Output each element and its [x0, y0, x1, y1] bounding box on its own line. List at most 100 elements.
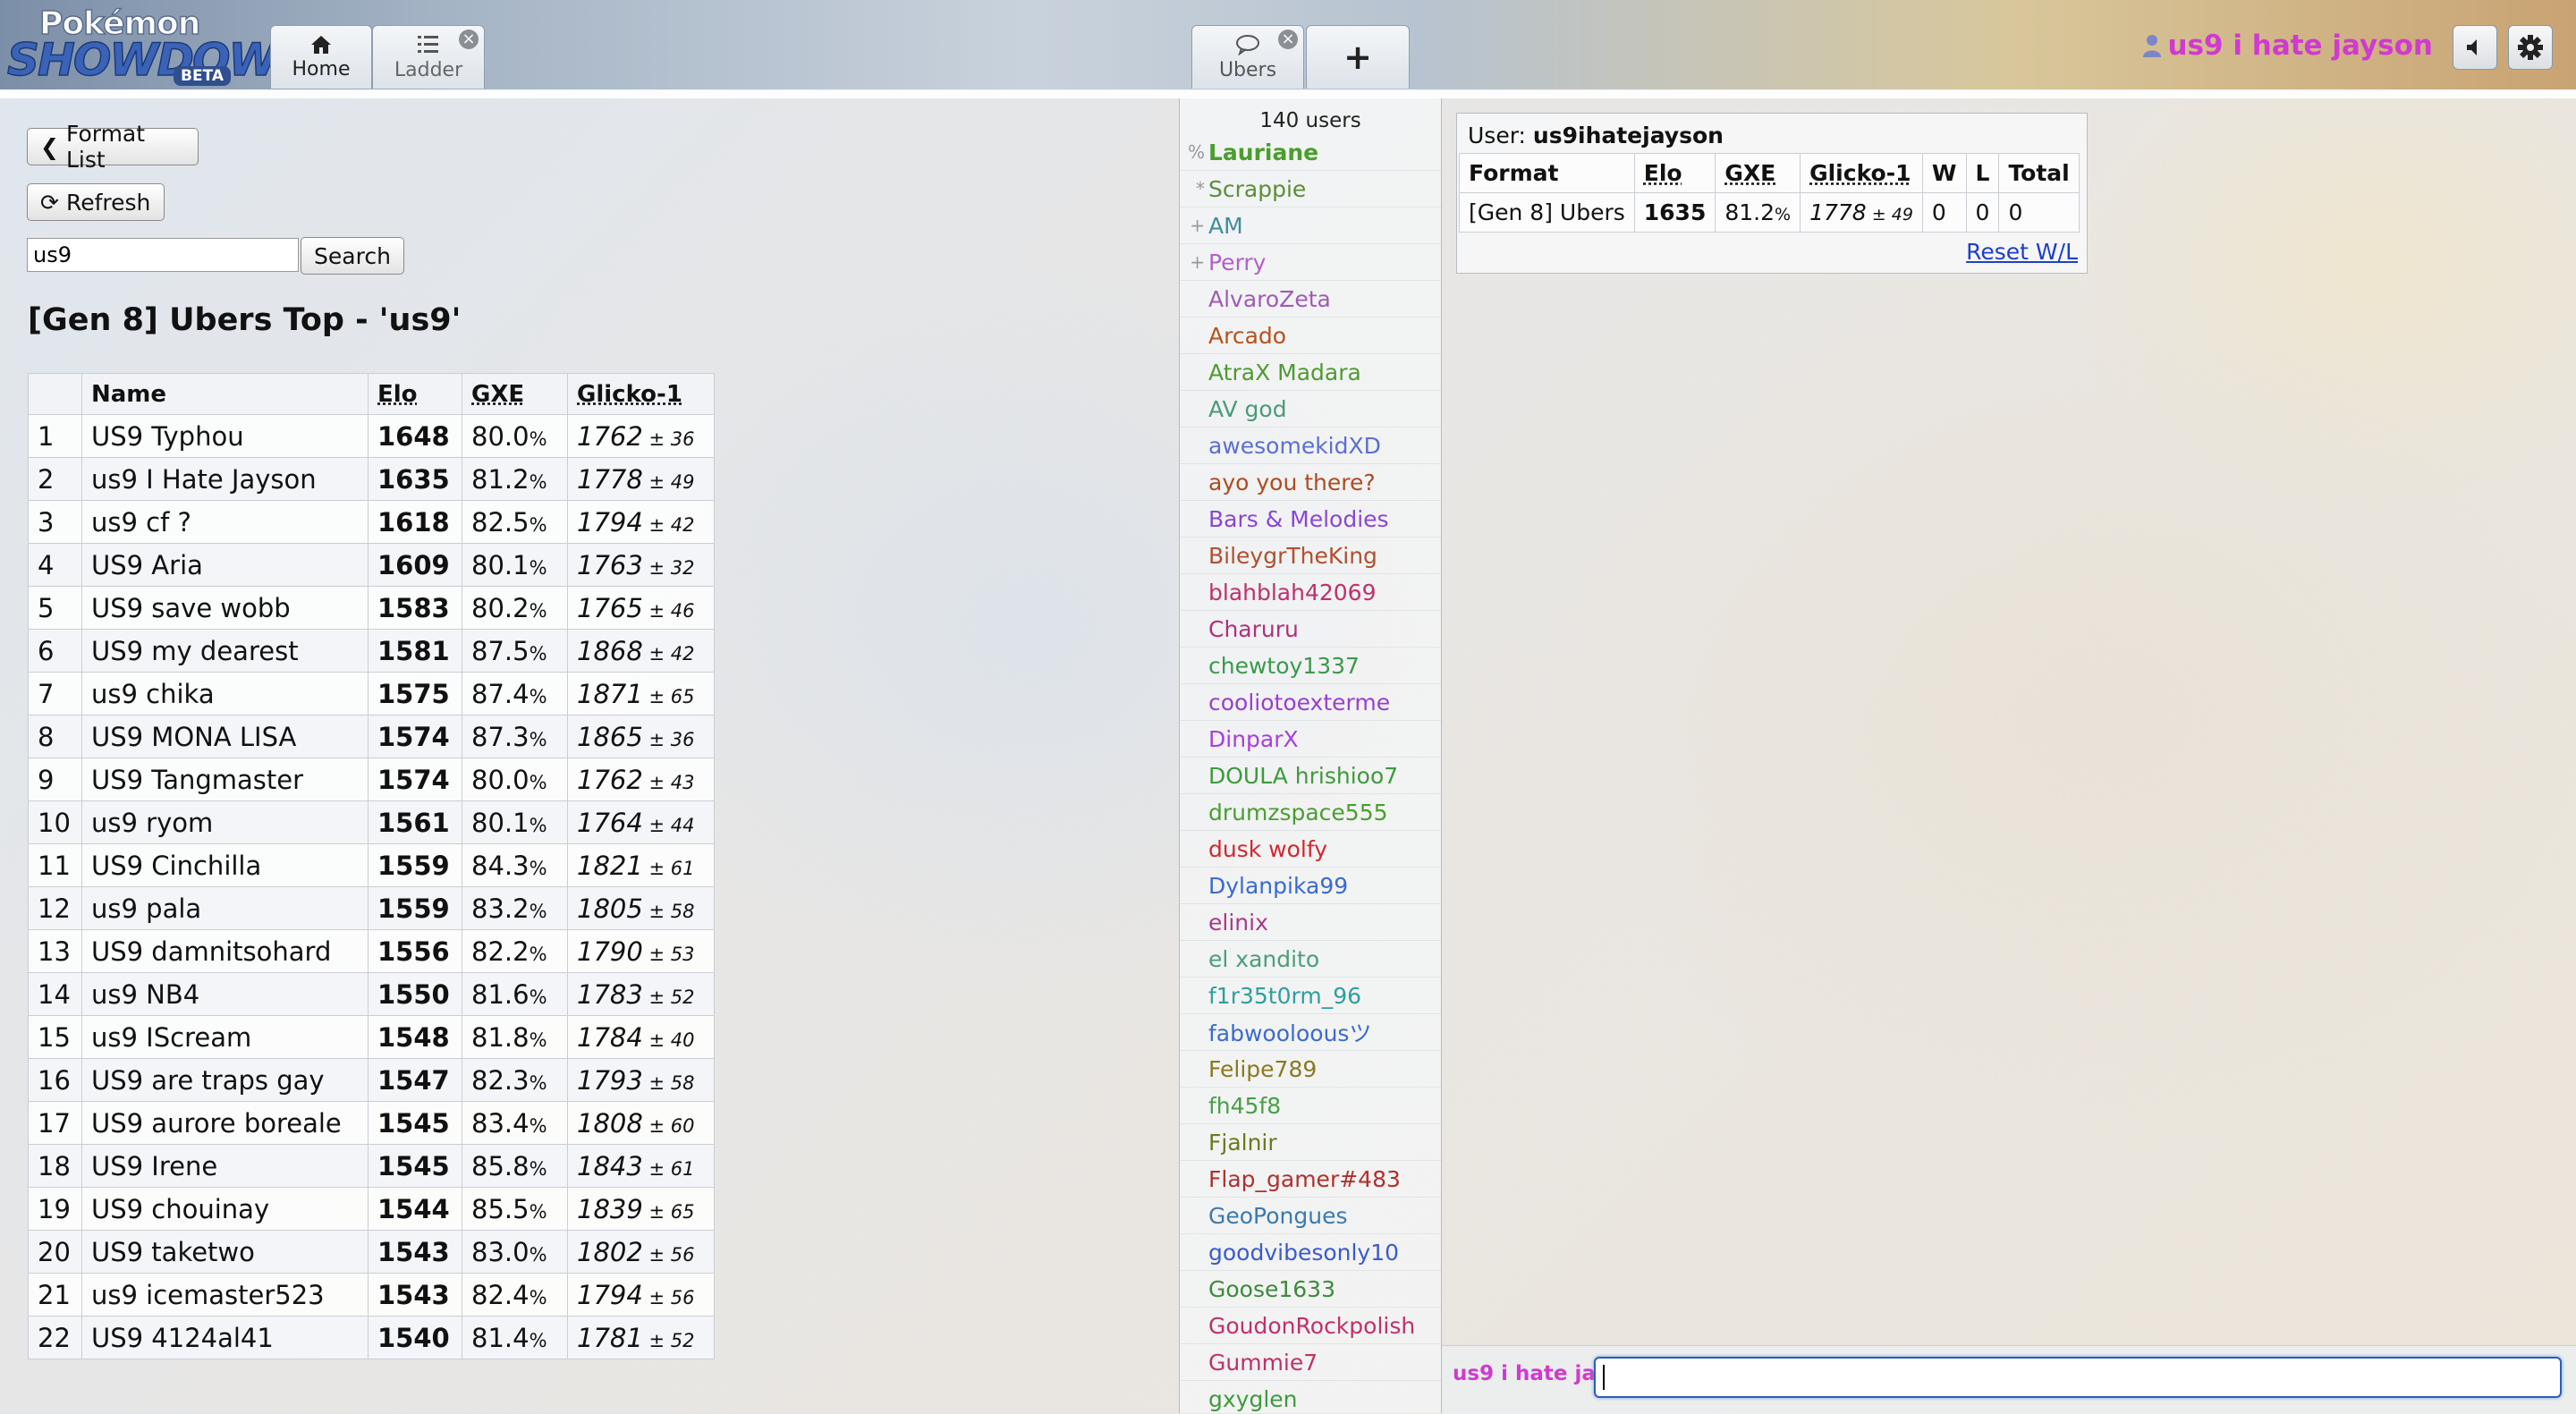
user-list-name[interactable]: f1r35t0rm_96 [1207, 983, 1361, 1009]
user-list-item[interactable]: cooliotoexterme [1180, 684, 1441, 721]
user-count[interactable]: 140 users [1180, 98, 1441, 134]
user-list-name[interactable]: Bars & Melodies [1207, 506, 1389, 532]
player-name-cell[interactable]: US9 taketwo [81, 1230, 369, 1274]
user-list-name[interactable]: Goose1633 [1207, 1276, 1335, 1302]
user-list-name[interactable]: Charuru [1207, 616, 1299, 642]
player-name-cell[interactable]: US9 Irene [81, 1144, 369, 1188]
user-list-name[interactable]: AM [1207, 213, 1243, 239]
user-menu[interactable]: us9 i hate jayson [2142, 27, 2433, 64]
user-list-item[interactable]: DOULA hrishioo7 [1180, 758, 1441, 794]
format-list-button[interactable]: ❮ Format List [27, 121, 199, 173]
close-icon[interactable]: × [1278, 30, 1298, 49]
user-list-name[interactable]: gxyglen [1207, 1386, 1298, 1412]
column-elo[interactable]: Elo [368, 373, 462, 415]
user-list-item[interactable]: gxyglen [1180, 1381, 1441, 1413]
user-list-item[interactable]: % Lauriane [1180, 134, 1441, 171]
user-list-name[interactable]: fh45f8 [1207, 1093, 1281, 1119]
tab-ubers[interactable]: Ubers × [1191, 25, 1304, 89]
player-name-cell[interactable]: US9 my dearest [81, 629, 369, 673]
user-list-name[interactable]: Perry [1207, 250, 1266, 275]
player-name-cell[interactable]: US9 are traps gay [81, 1058, 369, 1102]
user-list-item[interactable]: + AM [1180, 207, 1441, 244]
settings-button[interactable] [2508, 25, 2553, 70]
user-list-item[interactable]: Dylanpika99 [1180, 868, 1441, 904]
user-list-item[interactable]: Charuru [1180, 611, 1441, 648]
player-name-cell[interactable]: US9 MONA LISA [81, 715, 369, 758]
player-name-cell[interactable]: US9 4124al41 [81, 1316, 369, 1359]
player-name-cell[interactable]: us9 icemaster523 [81, 1273, 369, 1317]
user-list-name[interactable]: DOULA hrishioo7 [1207, 763, 1398, 789]
user-list-name[interactable]: el xandito [1207, 946, 1319, 972]
user-list-name[interactable]: cooliotoexterme [1207, 690, 1390, 715]
player-name-cell[interactable]: us9 pala [81, 886, 369, 930]
refresh-button[interactable]: ⟳ Refresh [27, 183, 165, 221]
tab-ladder[interactable]: Ladder × [372, 25, 485, 89]
column-gxe[interactable]: GXE [462, 373, 568, 415]
sound-button[interactable] [2453, 25, 2497, 70]
user-list-name[interactable]: DinparX [1207, 726, 1299, 752]
player-name-cell[interactable]: us9 cf ? [81, 500, 369, 544]
close-icon[interactable]: × [459, 30, 479, 49]
player-name-cell[interactable]: US9 damnitsohard [81, 929, 369, 973]
player-name-cell[interactable]: US9 Cinchilla [81, 843, 369, 887]
user-list-item[interactable]: AlvaroZeta [1180, 281, 1441, 318]
user-list-name[interactable]: dusk wolfy [1207, 836, 1327, 862]
search-input[interactable] [27, 238, 299, 272]
user-list-item[interactable]: chewtoy1337 [1180, 648, 1441, 684]
user-list-item[interactable]: elinix [1180, 904, 1441, 941]
user-list-item[interactable]: f1r35t0rm_96 [1180, 978, 1441, 1014]
tab-home[interactable]: Home [270, 25, 372, 89]
user-list-name[interactable]: awesomekidXD [1207, 433, 1381, 459]
chat-input[interactable] [1594, 1357, 2562, 1398]
player-name-cell[interactable]: us9 chika [81, 672, 369, 715]
player-name-cell[interactable]: US9 Aria [81, 543, 369, 587]
user-list-name[interactable]: AtraX Madara [1207, 360, 1361, 385]
user-list-name[interactable]: AV god [1207, 396, 1287, 422]
column-glicko[interactable]: Glicko-1 [1800, 153, 1923, 193]
user-list-name[interactable]: drumzspace555 [1207, 800, 1388, 826]
user-list-item[interactable]: BileygrTheKing [1180, 538, 1441, 574]
user-list-item[interactable]: fh45f8 [1180, 1088, 1441, 1124]
user-list-item[interactable]: awesomekidXD [1180, 428, 1441, 464]
username[interactable]: us9 i hate jayson [2167, 30, 2433, 62]
user-list-item[interactable]: AtraX Madara [1180, 354, 1441, 391]
column-glicko[interactable]: Glicko-1 [567, 373, 715, 415]
user-list-item[interactable]: blahblah42069 [1180, 574, 1441, 611]
player-name-cell[interactable]: us9 I Hate Jayson [81, 457, 369, 501]
column-gxe[interactable]: GXE [1715, 153, 1801, 193]
user-list-item[interactable]: el xandito [1180, 941, 1441, 978]
player-name-cell[interactable]: US9 aurore boreale [81, 1101, 369, 1145]
user-list-name[interactable]: chewtoy1337 [1207, 653, 1360, 679]
player-name-cell[interactable]: us9 IScream [81, 1015, 369, 1059]
user-list-item[interactable]: Goose1633 [1180, 1271, 1441, 1308]
user-list-item[interactable]: Flap_gamer#483 [1180, 1161, 1441, 1198]
user-list-item[interactable]: * Scrappie [1180, 171, 1441, 207]
user-list-name[interactable]: BileygrTheKing [1207, 543, 1377, 569]
user-list-name[interactable]: Lauriane [1207, 140, 1318, 165]
user-list-item[interactable]: Arcado [1180, 318, 1441, 354]
user-list-name[interactable]: AlvaroZeta [1207, 286, 1331, 312]
user-list-item[interactable]: AV god [1180, 391, 1441, 428]
player-name-cell[interactable]: us9 ryom [81, 800, 369, 844]
user-list-name[interactable]: goodvibesonly10 [1207, 1240, 1399, 1266]
user-list-name[interactable]: Dylanpika99 [1207, 873, 1348, 899]
user-list-name[interactable]: Arcado [1207, 323, 1286, 349]
user-list-name[interactable]: Scrappie [1207, 176, 1306, 202]
user-list-name[interactable]: fabwooloousツ [1207, 1016, 1371, 1048]
player-name-cell[interactable]: US9 chouinay [81, 1187, 369, 1231]
user-list-item[interactable]: ayo you there? [1180, 464, 1441, 501]
user-list-name[interactable]: Gummie7 [1207, 1350, 1318, 1376]
user-list[interactable]: 140 users % Lauriane * Scrappie + AM + Perry Alv… [1179, 98, 1442, 1413]
user-list-name[interactable]: Fjalnir [1207, 1130, 1277, 1156]
user-list-name[interactable]: blahblah42069 [1207, 580, 1377, 605]
player-name-cell[interactable]: US9 save wobb [81, 586, 369, 630]
user-list-item[interactable]: Bars & Melodies [1180, 501, 1441, 538]
user-list-item[interactable]: drumzspace555 [1180, 794, 1441, 831]
showdown-logo[interactable]: Pokémon SHOWDOWN BETA [5, 4, 314, 87]
user-list-item[interactable]: goodvibesonly10 [1180, 1234, 1441, 1271]
user-list-name[interactable]: elinix [1207, 910, 1268, 936]
user-list-name[interactable]: GoudonRockpolish [1207, 1313, 1415, 1339]
user-list-item[interactable]: Felipe789 [1180, 1051, 1441, 1088]
user-list-name[interactable]: Flap_gamer#483 [1207, 1166, 1401, 1192]
user-list-item[interactable]: DinparX [1180, 721, 1441, 758]
